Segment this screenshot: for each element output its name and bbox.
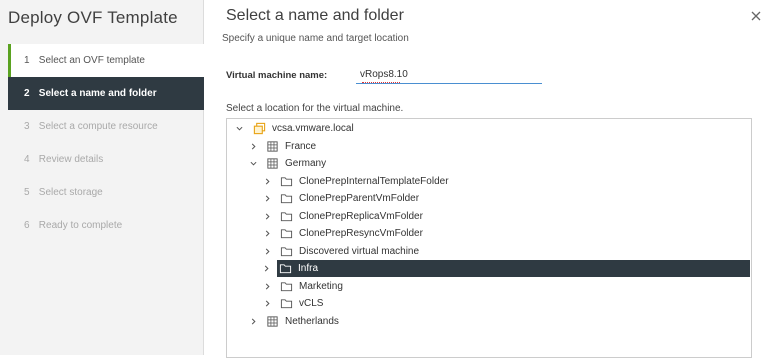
chevron-right-icon[interactable] (250, 143, 257, 150)
tree-node-cloneprep-resync-vm-folder[interactable]: ClonePrepResyncVmFolder (228, 225, 750, 242)
tree-node-label: Germany (285, 158, 327, 169)
tree-node-label: ClonePrepResyncVmFolder (299, 228, 423, 239)
chevron-right-icon[interactable] (264, 195, 271, 202)
close-icon[interactable] (748, 8, 764, 24)
chevron-right-icon[interactable] (250, 318, 257, 325)
datacenter-icon (267, 140, 278, 152)
folder-icon (280, 229, 293, 239)
step-label: Select a name and folder (38, 88, 157, 99)
folder-tree[interactable]: vcsa.vmware.local France Germany ClonePr… (226, 118, 752, 358)
tree-node-label: Netherlands (285, 315, 339, 327)
folder-icon (280, 194, 293, 204)
page-subtitle: Specify a unique name and target locatio… (222, 33, 409, 44)
vm-name-label: Virtual machine name: (226, 70, 328, 81)
step-select-storage: 5 Select storage (24, 187, 103, 198)
step-label: Select storage (38, 187, 103, 198)
tree-node-label: Discovered virtual machine (299, 245, 420, 257)
folder-icon (280, 281, 293, 291)
tree-node-infra[interactable]: Infra (264, 260, 750, 277)
step-label: Review details (38, 154, 104, 165)
tree-node-label: Marketing (299, 280, 343, 292)
vcenter-icon (253, 122, 266, 135)
step-select-ovf-template[interactable]: 1 Select an OVF template (8, 44, 204, 77)
wizard-sidebar: Deploy OVF Template 1 Select an OVF temp… (0, 0, 204, 355)
tree-node-label: ClonePrepInternalTemplateFolder (299, 175, 449, 187)
tree-node-germany[interactable]: Germany (228, 155, 750, 172)
tree-node-label: vcsa.vmware.local (272, 123, 354, 134)
tree-node-cloneprep-replica-vm-folder[interactable]: ClonePrepReplicaVmFolder (228, 208, 750, 225)
tree-node-vcls[interactable]: vCLS (228, 295, 750, 312)
chevron-right-icon[interactable] (264, 230, 271, 237)
tree-node-label: ClonePrepReplicaVmFolder (299, 210, 423, 222)
chevron-right-icon[interactable] (264, 248, 271, 255)
tree-node-vcsa[interactable]: vcsa.vmware.local (228, 120, 750, 137)
folder-icon (280, 211, 293, 221)
tree-node-netherlands[interactable]: Netherlands (228, 313, 750, 330)
step-select-compute-resource: 3 Select a compute resource (24, 121, 158, 132)
wizard-title: Deploy OVF Template (8, 8, 178, 27)
chevron-right-icon[interactable] (264, 300, 271, 307)
tree-node-cloneprep-parent-vm-folder[interactable]: ClonePrepParentVmFolder (228, 190, 750, 207)
chevron-right-icon[interactable] (264, 213, 271, 220)
chevron-down-icon[interactable] (250, 160, 257, 167)
page-title: Select a name and folder (226, 7, 404, 24)
step-ready-to-complete: 6 Ready to complete (24, 220, 123, 231)
tree-node-discovered-virtual-machine[interactable]: Discovered virtual machine (228, 243, 750, 260)
step-label: Select a compute resource (38, 121, 158, 132)
tree-node-france[interactable]: France (228, 138, 750, 155)
main-panel: Select a name and folder Specify a uniqu… (204, 0, 768, 358)
tree-node-label: Infra (298, 263, 319, 274)
tree-node-marketing[interactable]: Marketing (228, 278, 750, 295)
location-label: Select a location for the virtual machin… (226, 103, 404, 114)
folder-icon (280, 176, 293, 186)
chevron-right-icon[interactable] (264, 283, 271, 290)
tree-node-cloneprep-internal-template-folder[interactable]: ClonePrepInternalTemplateFolder (228, 173, 750, 190)
chevron-right-icon[interactable] (263, 265, 270, 272)
datacenter-icon (267, 315, 278, 327)
chevron-right-icon[interactable] (264, 178, 271, 185)
chevron-down-icon[interactable] (236, 125, 243, 132)
step-review-details: 4 Review details (24, 154, 104, 165)
datacenter-icon (267, 158, 278, 169)
tree-node-label: France (285, 140, 317, 152)
folder-icon (280, 299, 293, 309)
step-label: Select an OVF template (38, 55, 145, 66)
tree-node-label: vCLS (299, 298, 324, 309)
folder-icon (279, 264, 292, 274)
tree-node-label: ClonePrepParentVmFolder (299, 193, 420, 204)
step-label: Ready to complete (38, 220, 123, 231)
step-select-name-folder[interactable]: 2 Select a name and folder (8, 77, 204, 110)
wizard-steps: 1 Select an OVF template 2 Select a name… (8, 44, 204, 242)
folder-icon (280, 246, 293, 256)
spellcheck-underline (362, 80, 400, 83)
